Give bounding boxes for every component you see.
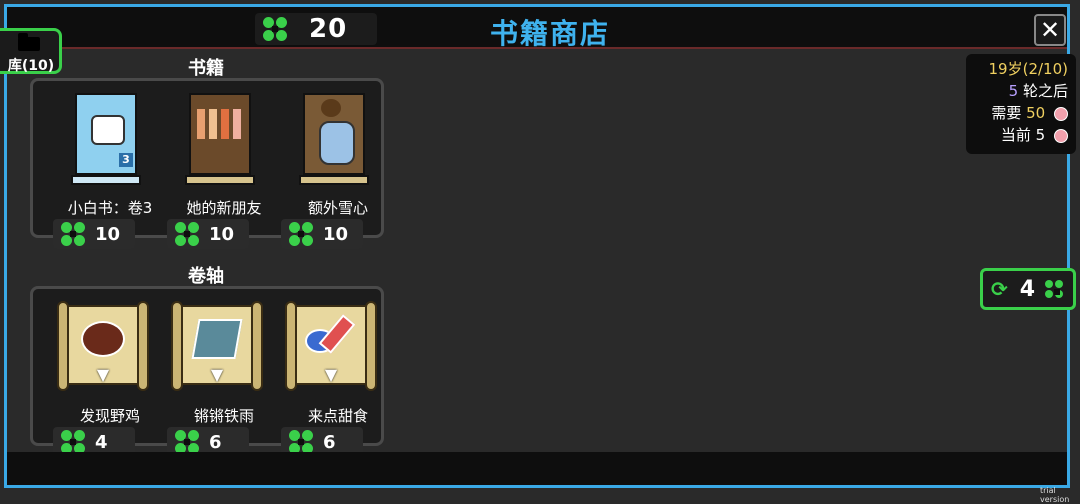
bottom-bar	[7, 452, 1067, 485]
arrow-down-icon: ▼	[210, 365, 224, 384]
book-cover: 3	[75, 93, 137, 175]
price-value: 6	[209, 431, 222, 453]
clover-icon	[61, 222, 85, 246]
book-name: 额外雪心	[307, 199, 368, 217]
close-button[interactable]: ✕	[1034, 14, 1066, 46]
scroll-name: 锵锵铁雨	[193, 407, 254, 425]
scroll-item[interactable]: ▼ 锵锵铁雨 6	[167, 295, 279, 457]
status-info-box: 19岁(2/10) 5 轮之后 需要 50 当前 5	[966, 54, 1076, 154]
need-value: 50	[1026, 104, 1046, 122]
section-title-books: 书籍	[188, 58, 224, 79]
refresh-icon: ⟳	[991, 277, 1008, 301]
library-label: 库(10)	[7, 58, 55, 74]
price-value: 10	[323, 223, 349, 245]
close-icon: ✕	[1039, 16, 1061, 44]
section-title-scrolls: 卷轴	[188, 266, 224, 287]
scroll-item[interactable]: ▼ 来点甜食 6	[281, 295, 393, 457]
scroll-name: 发现野鸡	[79, 407, 140, 425]
trial-watermark: trial version	[1040, 486, 1070, 504]
price-tag: 10	[281, 219, 363, 249]
clover-icon	[1045, 280, 1064, 298]
books-panel: 3 小白书：卷3 10 她的新朋友 10 额外雪心 10	[30, 78, 384, 249]
currency-value: 20	[309, 14, 348, 44]
price-tag: 10	[53, 219, 135, 249]
rounds-number: 5	[1008, 82, 1019, 100]
arrow-down-icon: ▼	[96, 365, 110, 384]
arrow-down-icon: ▼	[324, 365, 338, 384]
clover-icon	[61, 430, 85, 454]
clover-icon	[289, 430, 313, 454]
currency-display: 20	[255, 13, 377, 45]
book-item[interactable]: 3 小白书：卷3 10	[53, 87, 165, 249]
scroll-image: ▼	[285, 301, 377, 391]
current-row: 当前 5	[1001, 124, 1068, 146]
book-item[interactable]: 额外雪心 10	[281, 87, 393, 249]
book-cover	[189, 93, 251, 175]
scroll-image: ▼	[171, 301, 263, 391]
price-value: 10	[209, 223, 235, 245]
price-value: 10	[95, 223, 121, 245]
book-item[interactable]: 她的新朋友 10	[167, 87, 279, 249]
need-label: 需要	[991, 104, 1022, 122]
price-value: 6	[323, 431, 336, 453]
clover-icon	[263, 17, 287, 41]
clover-icon	[175, 430, 199, 454]
book-cover	[303, 93, 365, 175]
clover-icon	[175, 222, 199, 246]
reroll-button[interactable]: ⟳ 4	[980, 268, 1076, 310]
gem-icon	[1054, 128, 1068, 143]
clover-icon	[289, 222, 313, 246]
current-value: 5	[1035, 126, 1046, 144]
need-row: 需要 50	[991, 102, 1068, 124]
scrolls-panel: ▼ 发现野鸡 4 ▼ 锵锵铁雨 6 ▼ 来点甜食 6	[30, 286, 384, 457]
age-text: 19岁(2/10)	[988, 60, 1068, 78]
page-title: 书籍商店	[489, 17, 610, 50]
scroll-item[interactable]: ▼ 发现野鸡 4	[53, 295, 165, 457]
reroll-cost: 4	[1019, 276, 1036, 302]
rounds-label: 轮之后	[1022, 82, 1068, 100]
rounds-text: 5 轮之后	[1009, 80, 1068, 102]
folder-icon	[18, 33, 40, 51]
book-name: 她的新朋友	[186, 199, 262, 217]
library-button[interactable]: 库(10)	[0, 28, 62, 74]
book-name: 小白书：卷3	[67, 199, 153, 217]
scroll-image: ▼	[57, 301, 149, 391]
price-value: 4	[95, 431, 108, 453]
current-label: 当前	[1000, 126, 1031, 144]
price-tag: 10	[167, 219, 249, 249]
scroll-name: 来点甜食	[307, 407, 368, 425]
gem-icon	[1054, 106, 1068, 121]
